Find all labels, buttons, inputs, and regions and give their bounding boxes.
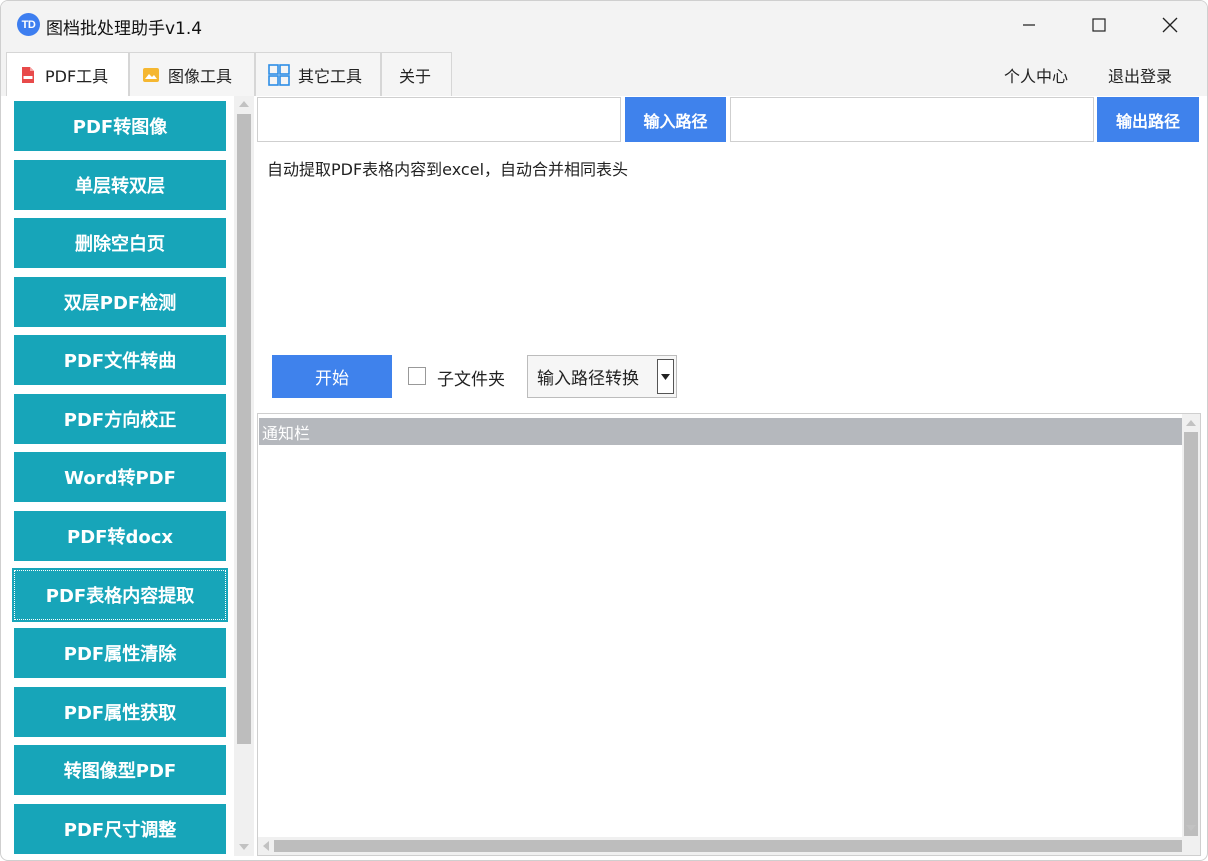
app-logo-icon: TD <box>17 13 40 36</box>
notify-horizontal-scrollbar[interactable] <box>258 837 1182 855</box>
sidebar-item-pdf-resize[interactable]: PDF尺寸调整 <box>14 804 226 854</box>
tab-pdf-tools[interactable]: PDF工具 <box>6 52 129 97</box>
sidebar-item-word-to-pdf[interactable]: Word转PDF <box>14 452 226 502</box>
scroll-left-icon[interactable] <box>263 841 269 851</box>
title-bar[interactable]: TD 图档批处理助手v1.4 <box>1 1 1207 49</box>
sidebar-item-single-to-double-layer[interactable]: 单层转双层 <box>14 160 226 210</box>
sidebar-scrollbar[interactable] <box>234 96 254 856</box>
notify-header: 通知栏 <box>259 418 1183 445</box>
sidebar-item-delete-blank-pages[interactable]: 删除空白页 <box>14 218 226 268</box>
tab-about[interactable]: 关于 <box>381 52 452 96</box>
mode-select[interactable]: 输入路径转换 <box>527 355 677 398</box>
minimize-icon <box>1023 24 1035 26</box>
tab-label: 关于 <box>399 66 432 86</box>
image-icon <box>142 66 160 84</box>
input-path-field[interactable] <box>257 97 621 142</box>
scroll-down-icon[interactable] <box>1186 825 1196 831</box>
sidebar-item-pdf-props-get[interactable]: PDF属性获取 <box>14 687 226 737</box>
tab-other-tools[interactable]: 其它工具 <box>255 52 381 96</box>
chevron-down-icon[interactable] <box>657 359 674 394</box>
notify-vertical-scrollbar[interactable] <box>1182 414 1200 855</box>
scroll-up-icon[interactable] <box>1186 420 1196 426</box>
input-path-button[interactable]: 输入路径 <box>625 97 726 142</box>
start-button[interactable]: 开始 <box>272 355 392 398</box>
notification-panel: 通知栏 <box>257 413 1201 856</box>
sidebar: PDF转图像 单层转双层 删除空白页 双层PDF检测 PDF文件转曲 PDF方向… <box>6 96 234 856</box>
tab-label: 其它工具 <box>298 66 363 86</box>
sidebar-item-double-layer-check[interactable]: 双层PDF检测 <box>14 277 226 327</box>
sidebar-scroll-thumb[interactable] <box>237 114 251 744</box>
tab-label: PDF工具 <box>45 67 109 86</box>
sidebar-item-pdf-outline[interactable]: PDF文件转曲 <box>14 335 226 385</box>
window-title: 图档批处理助手v1.4 <box>46 19 203 39</box>
output-path-button[interactable]: 输出路径 <box>1097 97 1199 142</box>
app-window: TD 图档批处理助手v1.4 PDF工具 图像工具 其它工具 关于 个人中心 退… <box>0 0 1208 861</box>
sidebar-item-pdf-orientation[interactable]: PDF方向校正 <box>14 394 226 444</box>
sidebar-item-pdf-to-docx[interactable]: PDF转docx <box>14 511 226 561</box>
close-button[interactable] <box>1135 1 1205 49</box>
notify-vertical-thumb[interactable] <box>1184 432 1198 836</box>
tool-description: 自动提取PDF表格内容到excel，自动合并相同表头 <box>267 160 629 179</box>
close-icon <box>1162 17 1178 33</box>
tab-image-tools[interactable]: 图像工具 <box>129 52 255 96</box>
grid-icon <box>268 63 290 86</box>
scroll-down-icon[interactable] <box>239 844 249 850</box>
sidebar-item-image-pdf[interactable]: 转图像型PDF <box>14 745 226 795</box>
mode-select-value: 输入路径转换 <box>537 369 639 389</box>
sidebar-item-pdf-table-extract[interactable]: PDF表格内容提取 <box>12 568 228 622</box>
profile-link[interactable]: 个人中心 <box>1004 63 1068 87</box>
minimize-button[interactable] <box>994 1 1064 49</box>
pdf-file-icon <box>19 66 37 84</box>
sidebar-item-pdf-to-image[interactable]: PDF转图像 <box>14 101 226 151</box>
notify-horizontal-thumb[interactable] <box>274 840 1182 852</box>
maximize-button[interactable] <box>1064 1 1134 49</box>
sidebar-item-pdf-props-clear[interactable]: PDF属性清除 <box>14 628 226 678</box>
logout-link[interactable]: 退出登录 <box>1108 63 1172 87</box>
output-path-field[interactable] <box>730 97 1094 142</box>
tab-label: 图像工具 <box>168 66 233 86</box>
subfolder-checkbox[interactable] <box>408 367 426 385</box>
scroll-up-icon[interactable] <box>239 101 249 107</box>
subfolder-label[interactable]: 子文件夹 <box>437 365 505 390</box>
maximize-icon <box>1092 18 1106 32</box>
